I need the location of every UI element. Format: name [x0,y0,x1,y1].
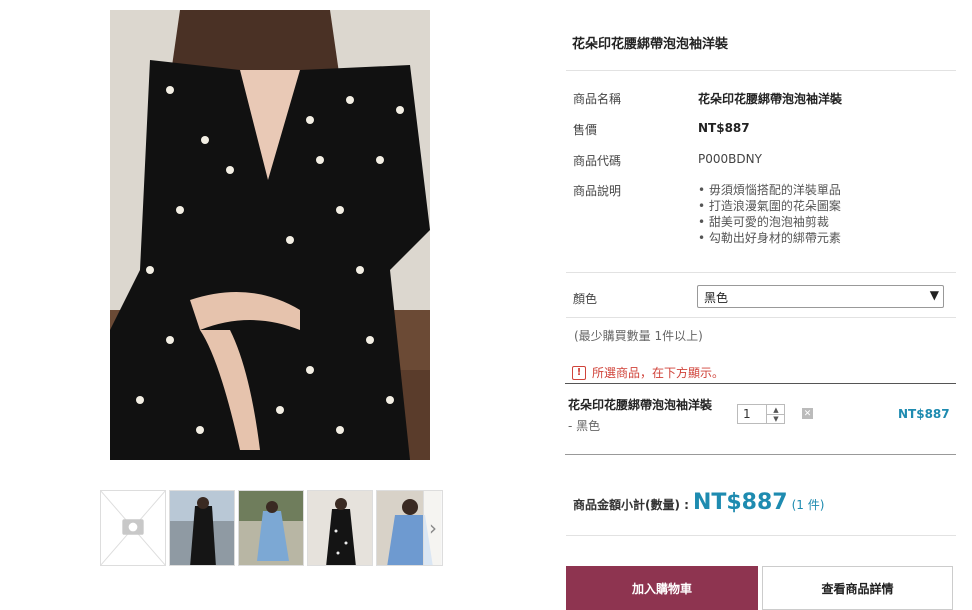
product-code-value: P000BDNY [698,152,762,166]
divider [566,317,956,318]
description-item: 打造浪漫氣圍的花朵圖案 [698,198,841,214]
subtotal-row: 商品金額小計(數量) : NT$887 (1 件) [573,490,824,515]
subtotal-price: NT$887 [692,490,788,515]
description-label: 商品說明 [573,184,622,198]
selected-item-name: 花朵印花腰綁帶泡泡袖洋裝 [568,398,713,412]
selected-item-price: NT$887 [898,407,950,421]
thumbnail-strip: › [100,490,443,568]
description-item: 毋須煩惱搭配的洋裝單品 [698,182,841,198]
divider [566,272,956,273]
chevron-right-icon[interactable]: › [423,490,443,566]
color-label: 顏色 [573,292,598,306]
price-value: NT$887 [698,121,750,135]
description-item: 勾勒出好身材的綁帶元素 [698,230,841,246]
quantity-down-icon[interactable]: ▼ [766,414,785,424]
subtotal-label: 商品金額小計(數量) : [573,498,689,512]
selected-item-option: - 黑色 [568,419,601,433]
divider [566,535,956,536]
min-quantity-note: (最少購買數量 1件以上) [574,329,703,343]
alert-icon: ! [572,365,586,380]
thumbnail-image[interactable] [307,490,373,566]
color-select[interactable]: 黑色 ▼ [697,285,944,308]
description-item: 甜美可愛的泡泡袖剪裁 [698,214,841,230]
subtotal-count: (1 件) [791,498,825,512]
product-name-value: 花朵印花腰綁帶泡泡袖洋裝 [698,92,843,106]
add-to-cart-button[interactable]: 加入購物車 [566,566,758,610]
main-product-image [110,10,430,460]
thumbnail-image[interactable] [169,490,235,566]
warning-text: 所選商品，在下方顯示。 [592,366,725,380]
thumbnail-image[interactable] [238,490,304,566]
color-select-value: 黑色 [704,291,729,305]
product-code-label: 商品代碼 [573,154,622,168]
description-list: 毋須煩惱搭配的洋裝單品 打造浪漫氣圍的花朵圖案 甜美可愛的泡泡袖剪裁 勾勒出好身… [698,182,841,246]
product-name-label: 商品名稱 [573,92,622,106]
chevron-down-icon: ▼ [929,288,939,302]
page-title: 花朵印花腰綁帶泡泡袖洋裝 [572,37,729,52]
remove-icon[interactable]: ✕ [802,408,813,419]
view-details-button[interactable]: 查看商品詳情 [762,566,953,610]
thumbnail-placeholder[interactable] [100,490,166,566]
price-label: 售價 [573,123,598,137]
divider [566,70,956,71]
selection-warning: ! 所選商品，在下方顯示。 [572,364,724,381]
